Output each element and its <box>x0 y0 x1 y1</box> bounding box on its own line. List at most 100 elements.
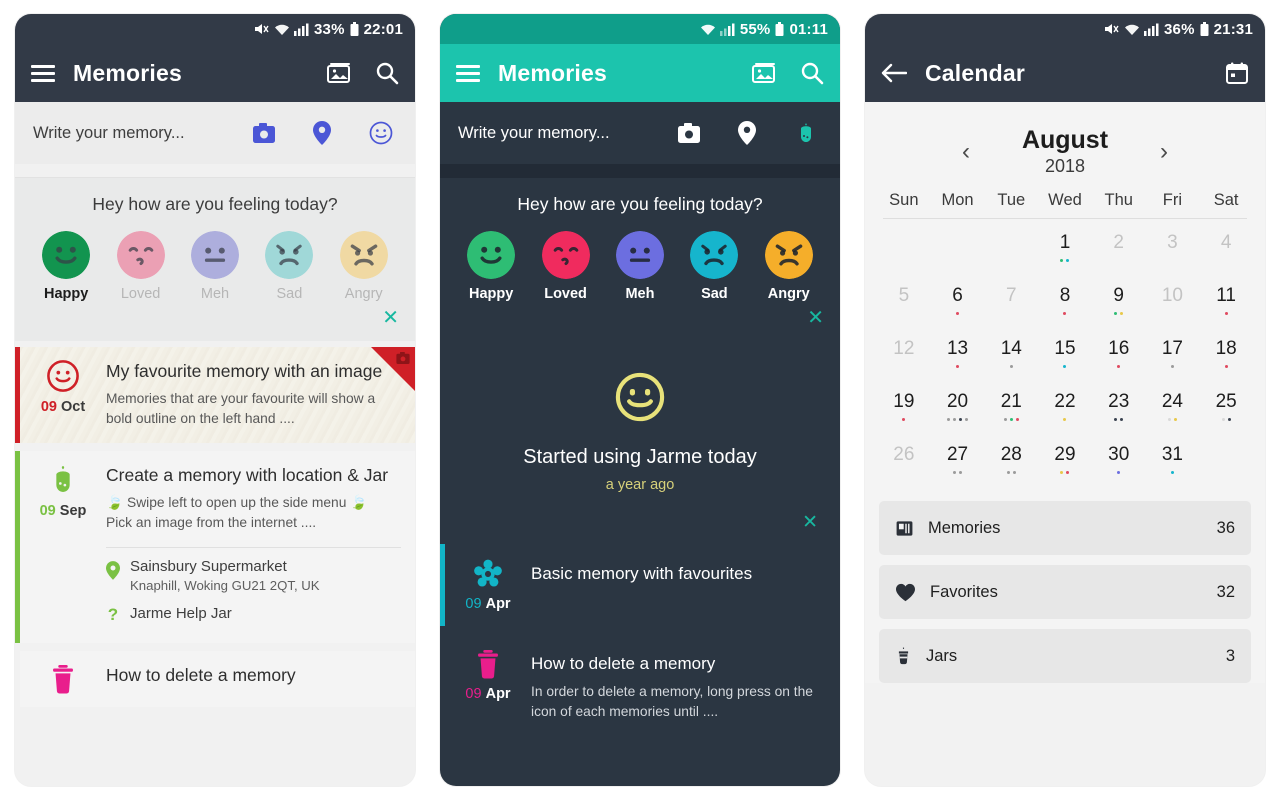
close-icon[interactable]: ✕ <box>802 512 818 533</box>
calendar-day-23[interactable]: 23 <box>1092 386 1146 436</box>
mood-option-loved[interactable]: Loved <box>541 231 590 302</box>
gallery-icon[interactable] <box>327 62 353 84</box>
calendar-day-14[interactable]: 14 <box>984 333 1038 383</box>
mood-question: Hey how are you feeling today? <box>517 194 763 214</box>
calendar-day-number: 21 <box>1000 391 1022 412</box>
mood-option-sad[interactable]: Sad <box>690 231 739 302</box>
calendar-day-13[interactable]: 13 <box>931 333 985 383</box>
calendar-day-dots <box>1221 418 1231 422</box>
calendar-day-dots <box>1060 259 1070 263</box>
memory-card[interactable]: 09 Apr How to delete a memory In order to… <box>440 634 840 740</box>
calendar-day-17[interactable]: 17 <box>1146 333 1200 383</box>
mute-icon <box>255 24 269 34</box>
memory-card[interactable]: How to delete a memory <box>15 651 415 707</box>
calendar-day-4[interactable]: 4 <box>1199 227 1253 277</box>
onboarding-hero: Started using Jarme today a year ago <box>440 341 840 499</box>
mood-option-happy[interactable]: Happy <box>467 231 516 302</box>
mood-option-angry[interactable]: Angry <box>764 231 813 302</box>
app-toolbar: Calendar <box>865 44 1265 102</box>
mood-option-angry[interactable]: Angry <box>339 231 388 302</box>
memory-card[interactable]: 09 Oct My favourite memory with an image… <box>15 347 415 443</box>
smiley-outline-icon <box>47 360 79 392</box>
calendar-day-27[interactable]: 27 <box>931 439 985 489</box>
calendar-day-22[interactable]: 22 <box>1038 386 1092 436</box>
mood-icon[interactable] <box>369 121 393 145</box>
location-icon[interactable] <box>738 121 756 145</box>
menu-icon[interactable] <box>456 64 480 82</box>
stats-list: Memories 36 Favorites 32 Jars 3 <box>865 489 1265 683</box>
mood-dismiss[interactable]: ✕ <box>440 302 840 333</box>
memory-card[interactable]: 09 Apr Basic memory with favourites <box>440 544 840 626</box>
calendar-day-dots <box>1114 418 1124 422</box>
calendar-day-18[interactable]: 18 <box>1199 333 1253 383</box>
search-icon[interactable] <box>375 61 399 85</box>
gallery-icon[interactable] <box>752 62 778 84</box>
calendar-day-31[interactable]: 31 <box>1146 439 1200 489</box>
mood-dismiss[interactable]: ✕ <box>15 302 415 333</box>
day-of-week: Fri <box>1162 191 1183 209</box>
close-icon[interactable]: ✕ <box>807 307 824 329</box>
close-icon[interactable]: ✕ <box>382 307 399 329</box>
calendar-day-26[interactable]: 26 <box>877 439 931 489</box>
menu-icon[interactable] <box>31 64 55 82</box>
prev-month-button[interactable]: ‹ <box>962 139 970 164</box>
mood-option-loved[interactable]: Loved <box>116 231 165 302</box>
memory-input-placeholder[interactable]: Write your memory... <box>458 124 678 143</box>
back-arrow-icon[interactable] <box>881 63 907 83</box>
calendar-day-3[interactable]: 3 <box>1146 227 1200 277</box>
stat-row-favorites[interactable]: Favorites 32 <box>879 565 1251 619</box>
mood-option-meh[interactable]: Meh <box>190 231 239 302</box>
mood-label: Sad <box>701 286 728 302</box>
calendar-month-year: August 2018 <box>1022 126 1108 177</box>
memory-composer[interactable]: Write your memory... <box>440 102 840 164</box>
calendar-day-6[interactable]: 6 <box>931 280 985 330</box>
calendar-day-29[interactable]: 29 <box>1038 439 1092 489</box>
calendar-day-25[interactable]: 25 <box>1199 386 1253 436</box>
mood-label: Loved <box>544 286 587 302</box>
wifi-icon <box>700 24 715 35</box>
calendar-day-21[interactable]: 21 <box>984 386 1038 436</box>
camera-icon[interactable] <box>678 123 700 143</box>
calendar-day-24[interactable]: 24 <box>1146 386 1200 436</box>
jar-icon[interactable] <box>794 121 818 145</box>
calendar-day-8[interactable]: 8 <box>1038 280 1092 330</box>
battery-icon <box>350 21 359 36</box>
toolbar-actions <box>752 61 824 85</box>
mood-label: Happy <box>44 286 89 302</box>
stat-row-jars[interactable]: Jars 3 <box>879 629 1251 683</box>
calendar-day-30[interactable]: 30 <box>1092 439 1146 489</box>
search-icon[interactable] <box>800 61 824 85</box>
calendar-day-12[interactable]: 12 <box>877 333 931 383</box>
calendar-day-11[interactable]: 11 <box>1199 280 1253 330</box>
calendar-day-9[interactable]: 9 <box>1092 280 1146 330</box>
mood-option-meh[interactable]: Meh <box>615 231 664 302</box>
calendar-day-5[interactable]: 5 <box>877 280 931 330</box>
hero-dismiss[interactable]: ✕ <box>440 499 840 544</box>
mood-label: Angry <box>344 286 383 302</box>
stat-row-memories[interactable]: Memories 36 <box>879 501 1251 555</box>
memory-input-placeholder[interactable]: Write your memory... <box>33 124 253 143</box>
calendar-icon[interactable] <box>1225 61 1249 85</box>
status-icons <box>254 22 309 36</box>
mood-option-sad[interactable]: Sad <box>265 231 314 302</box>
mood-option-happy[interactable]: Happy <box>42 231 91 302</box>
camera-icon[interactable] <box>253 123 275 143</box>
calendar-day-number: 5 <box>898 285 910 306</box>
location-icon[interactable] <box>313 121 331 145</box>
calendar-day-10[interactable]: 10 <box>1146 280 1200 330</box>
calendar-day-20[interactable]: 20 <box>931 386 985 436</box>
card-gutter: 09 Apr <box>445 544 531 626</box>
memory-composer[interactable]: Write your memory... <box>15 102 415 164</box>
calendar-day-16[interactable]: 16 <box>1092 333 1146 383</box>
calendar-day-1[interactable]: 1 <box>1038 227 1092 277</box>
signal-icon <box>294 23 309 36</box>
calendar-day-7[interactable]: 7 <box>984 280 1038 330</box>
calendar-day-28[interactable]: 28 <box>984 439 1038 489</box>
calendar-day-15[interactable]: 15 <box>1038 333 1092 383</box>
calendar-day-2[interactable]: 2 <box>1092 227 1146 277</box>
memory-title: Create a memory with location & Jar <box>106 465 389 485</box>
composer-actions <box>253 121 393 145</box>
calendar-day-19[interactable]: 19 <box>877 386 931 436</box>
memory-card[interactable]: 09 Sep Create a memory with location & J… <box>15 451 415 643</box>
next-month-button[interactable]: › <box>1160 139 1168 164</box>
